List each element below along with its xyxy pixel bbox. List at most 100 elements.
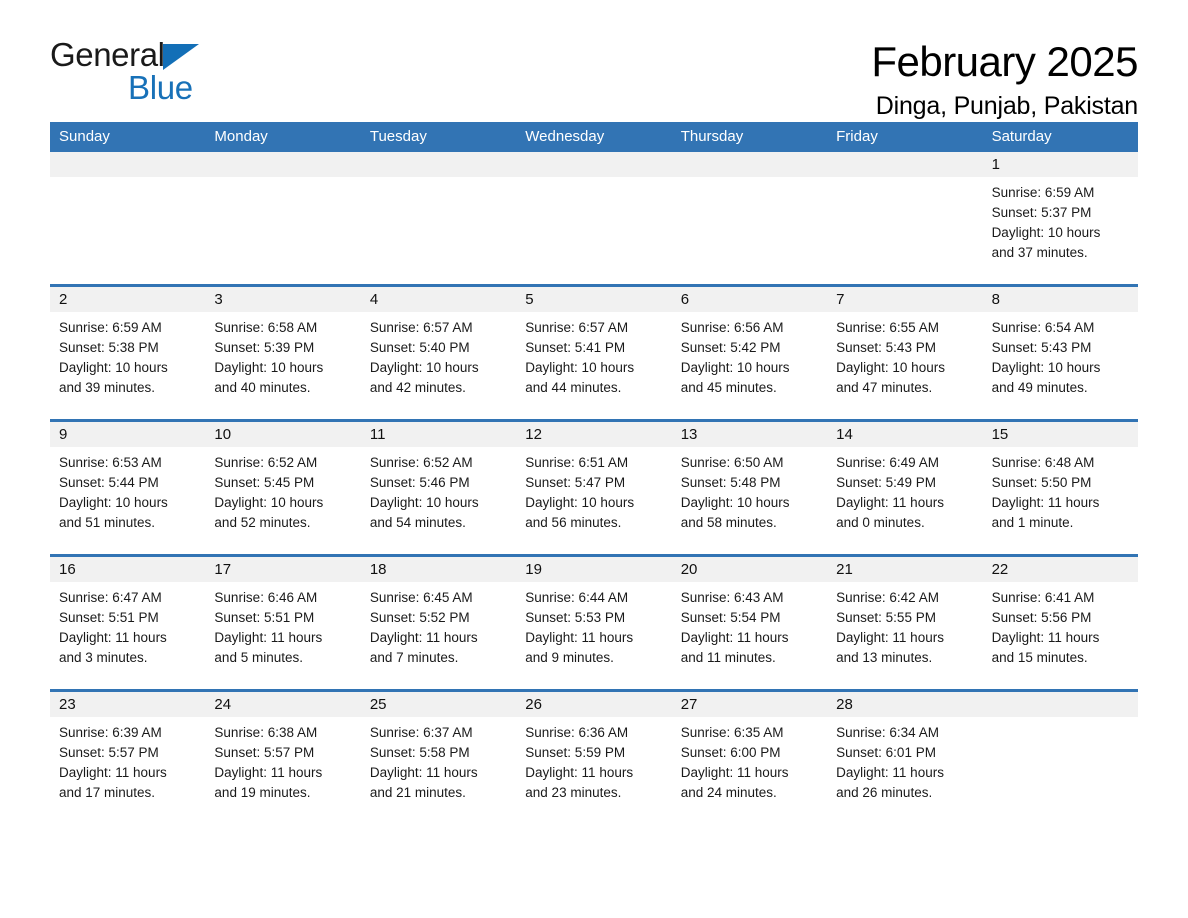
sunset-text: Sunset: 5:57 PM (59, 745, 159, 760)
calendar-day-cell[interactable]: 15 Sunrise: 6:48 AM Sunset: 5:50 PM Dayligh… (982, 422, 1138, 554)
calendar-day-cell-empty (205, 152, 361, 284)
sunset-text: Sunset: 5:42 PM (680, 340, 781, 355)
day-number-band (827, 152, 983, 177)
day-number: 4 (369, 291, 379, 308)
day-sun-info: Sunrise: 6:45 AM Sunset: 5:52 PM Daylight:… (361, 582, 516, 668)
day-number-band: 5 (516, 287, 672, 312)
calendar-day-cell[interactable]: 20 Sunrise: 6:43 AM Sunset: 5:54 PM Dayligh… (671, 557, 828, 689)
calendar-day-cell[interactable]: 1 Sunrise: 6:59 AM Sunset: 5:37 PM Daylight… (982, 152, 1138, 284)
daylight-text-line1: Daylight: 11 hours (836, 495, 944, 510)
calendar-day-cell[interactable]: 13 Sunrise: 6:50 AM Sunset: 5:48 PM Dayligh… (671, 422, 828, 554)
calendar-day-cell[interactable]: 14 Sunrise: 6:49 AM Sunset: 5:49 PM Dayligh… (827, 422, 983, 554)
daylight-text-line1: Daylight: 10 hours (369, 360, 479, 375)
day-number-band: 10 (205, 422, 361, 447)
calendar-day-cell[interactable]: 27 Sunrise: 6:35 AM Sunset: 6:00 PM Dayligh… (671, 692, 828, 824)
day-sun-info: Sunrise: 6:52 AM Sunset: 5:45 PM Daylight:… (205, 447, 360, 533)
calendar-day-cell[interactable]: 7 Sunrise: 6:55 AM Sunset: 5:43 PM Daylight… (827, 287, 983, 419)
day-number-band (671, 152, 828, 177)
sunrise-text: Sunrise: 6:53 AM (59, 455, 162, 470)
day-number-band: 6 (671, 287, 828, 312)
sunrise-text: Sunrise: 6:42 AM (836, 590, 939, 605)
calendar-day-cell[interactable]: 22 Sunrise: 6:41 AM Sunset: 5:56 PM Dayligh… (982, 557, 1138, 689)
daylight-text-line1: Daylight: 10 hours (680, 360, 790, 375)
day-sun-info: Sunrise: 6:37 AM Sunset: 5:58 PM Daylight:… (361, 717, 516, 803)
calendar-day-cell[interactable]: 10 Sunrise: 6:52 AM Sunset: 5:45 PM Dayligh… (205, 422, 361, 554)
brand-name-general: General (50, 36, 165, 73)
sunrise-text: Sunrise: 6:57 AM (525, 320, 629, 335)
daylight-text-line1: Daylight: 11 hours (680, 630, 789, 645)
day-number: 15 (991, 426, 1009, 443)
calendar-day-cell[interactable]: 5 Sunrise: 6:57 AM Sunset: 5:41 PM Daylight… (516, 287, 672, 419)
calendar-day-cell[interactable]: 17 Sunrise: 6:46 AM Sunset: 5:51 PM Dayligh… (205, 557, 361, 689)
daylight-text-line1: Daylight: 11 hours (991, 495, 1100, 510)
sunrise-text: Sunrise: 6:43 AM (680, 590, 784, 605)
day-sun-info: Sunrise: 6:55 AM Sunset: 5:43 PM Daylight:… (827, 312, 982, 398)
brand-logo[interactable]: General Blue (50, 38, 250, 110)
day-number-band: 25 (360, 692, 517, 717)
calendar-day-cell[interactable]: 28 Sunrise: 6:34 AM Sunset: 6:01 PM Dayligh… (827, 692, 983, 824)
sunset-text: Sunset: 6:01 PM (836, 745, 936, 760)
daylight-text-line1: Daylight: 11 hours (214, 630, 323, 645)
daylight-text-line1: Daylight: 10 hours (991, 225, 1101, 240)
calendar-day-cell[interactable]: 6 Sunrise: 6:56 AM Sunset: 5:42 PM Daylight… (671, 287, 828, 419)
daylight-text-line1: Daylight: 10 hours (59, 495, 168, 510)
sunset-text: Sunset: 5:48 PM (680, 475, 781, 490)
calendar-day-cell[interactable]: 8 Sunrise: 6:54 AM Sunset: 5:43 PM Daylight… (982, 287, 1138, 419)
calendar-day-cell[interactable]: 9 Sunrise: 6:53 AM Sunset: 5:44 PM Daylight… (50, 422, 206, 554)
calendar-day-cell[interactable]: 2 Sunrise: 6:59 AM Sunset: 5:38 PM Daylight… (50, 287, 206, 419)
day-number: 27 (680, 696, 698, 713)
sunrise-text: Sunrise: 6:57 AM (369, 320, 473, 335)
calendar-weeks: 1 Sunrise: 6:59 AM Sunset: 5:37 PM Daylight… (50, 152, 1138, 824)
calendar-day-cell[interactable]: 26 Sunrise: 6:36 AM Sunset: 5:59 PM Dayligh… (516, 692, 672, 824)
sunset-text: Sunset: 5:51 PM (214, 610, 315, 625)
day-number-band: 15 (982, 422, 1138, 447)
daylight-text-line2: and 44 minutes. (525, 380, 622, 395)
day-sun-info: Sunrise: 6:39 AM Sunset: 5:57 PM Daylight:… (50, 717, 205, 803)
day-number: 12 (525, 426, 542, 443)
weekday-tuesday: Tuesday (369, 128, 427, 145)
daylight-text-line1: Daylight: 10 hours (525, 495, 635, 510)
daylight-text-line2: and 5 minutes. (214, 650, 303, 665)
calendar-day-cell[interactable]: 12 Sunrise: 6:51 AM Sunset: 5:47 PM Dayligh… (516, 422, 672, 554)
sunset-text: Sunset: 5:43 PM (836, 340, 936, 355)
day-number-band: 27 (671, 692, 828, 717)
sunset-text: Sunset: 5:43 PM (991, 340, 1092, 355)
day-number: 9 (59, 426, 68, 443)
calendar-day-cell[interactable]: 11 Sunrise: 6:52 AM Sunset: 5:46 PM Dayligh… (360, 422, 517, 554)
page-title: February 2025 (871, 38, 1138, 85)
day-number-band: 26 (516, 692, 672, 717)
calendar-day-cell[interactable]: 23 Sunrise: 6:39 AM Sunset: 5:57 PM Dayligh… (50, 692, 206, 824)
sunset-text: Sunset: 5:57 PM (214, 745, 315, 760)
calendar-day-cell[interactable]: 3 Sunrise: 6:58 AM Sunset: 5:39 PM Daylight… (205, 287, 361, 419)
calendar-day-cell[interactable]: 18 Sunrise: 6:45 AM Sunset: 5:52 PM Dayligh… (360, 557, 517, 689)
calendar-day-cell[interactable]: 21 Sunrise: 6:42 AM Sunset: 5:55 PM Dayligh… (827, 557, 983, 689)
day-number: 21 (836, 561, 853, 578)
sunset-text: Sunset: 5:40 PM (369, 340, 470, 355)
calendar-day-cell[interactable]: 19 Sunrise: 6:44 AM Sunset: 5:53 PM Dayligh… (516, 557, 672, 689)
sunrise-text: Sunrise: 6:52 AM (369, 455, 473, 470)
calendar-day-cell[interactable]: 4 Sunrise: 6:57 AM Sunset: 5:40 PM Daylight… (360, 287, 517, 419)
daylight-text-line1: Daylight: 11 hours (680, 765, 789, 780)
daylight-text-line2: and 42 minutes. (369, 380, 466, 395)
calendar-day-cell[interactable]: 16 Sunrise: 6:47 AM Sunset: 5:51 PM Dayligh… (50, 557, 206, 689)
calendar-page: General Blue February 2025 Dinga, Punjab… (0, 0, 1188, 918)
day-number: 17 (214, 561, 232, 578)
weekday-saturday: Saturday (991, 128, 1052, 145)
daylight-text-line1: Daylight: 11 hours (836, 630, 944, 645)
weekday-sunday: Sunday (59, 128, 110, 145)
day-number-band: 12 (516, 422, 672, 447)
sunrise-text: Sunrise: 6:39 AM (59, 725, 162, 740)
daylight-text-line1: Daylight: 10 hours (525, 360, 635, 375)
day-number: 18 (369, 561, 387, 578)
calendar-day-cell-empty (360, 152, 517, 284)
sunrise-text: Sunrise: 6:49 AM (836, 455, 939, 470)
calendar-day-cell[interactable]: 25 Sunrise: 6:37 AM Sunset: 5:58 PM Dayligh… (360, 692, 517, 824)
sunset-text: Sunset: 5:47 PM (525, 475, 626, 490)
day-sun-info: Sunrise: 6:48 AM Sunset: 5:50 PM Daylight:… (983, 447, 1138, 533)
calendar-day-cell[interactable]: 24 Sunrise: 6:38 AM Sunset: 5:57 PM Dayligh… (205, 692, 361, 824)
day-number: 7 (836, 291, 845, 308)
sunset-text: Sunset: 5:50 PM (991, 475, 1092, 490)
sunset-text: Sunset: 5:39 PM (214, 340, 315, 355)
daylight-text-line2: and 26 minutes. (836, 785, 933, 800)
day-number-band: 9 (50, 422, 206, 447)
